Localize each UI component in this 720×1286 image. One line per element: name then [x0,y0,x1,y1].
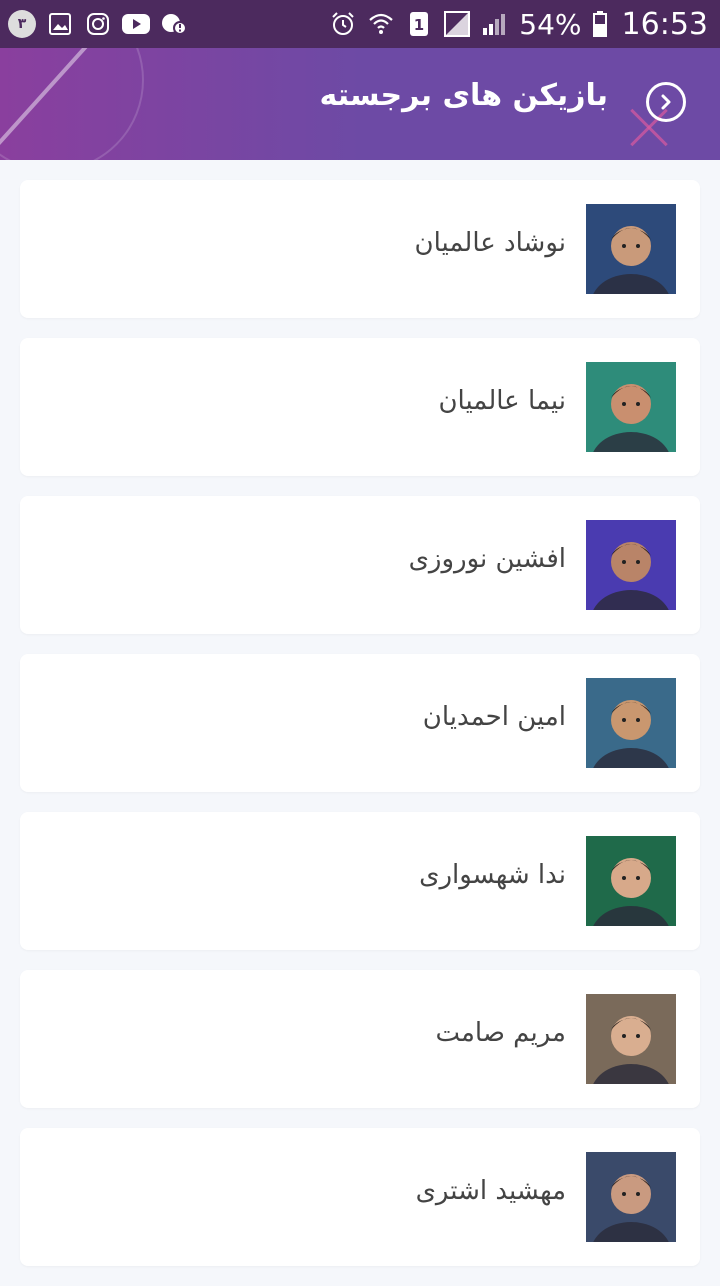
player-photo [586,836,676,926]
player-photo [586,994,676,1084]
player-card[interactable]: افشین نوروزی [20,496,700,634]
player-list: نوشاد عالمیان نیما عالمیان افشین نوروزی امی… [20,180,700,1286]
player-photo [586,1152,676,1242]
player-name: امین احمدیان [422,702,566,732]
player-card[interactable]: مریم صامت [20,970,700,1108]
clock: 16:53 [621,6,708,42]
image-icon [46,10,74,38]
player-card[interactable]: نوشاد عالمیان [20,180,700,318]
battery-percent: 54% [519,7,582,41]
player-name: ندا شهسواری [419,860,566,890]
player-photo [586,362,676,452]
player-card[interactable]: مهشید اشتری [20,1128,700,1266]
player-name: مهشید اشتری [415,1176,566,1206]
player-card[interactable]: امین احمدیان [20,654,700,792]
player-name: نوشاد عالمیان [414,228,566,258]
status-bar-left: ۳ [8,10,188,38]
player-photo [586,204,676,294]
player-name: نیما عالمیان [438,386,566,416]
status-bar: ۳ 1 54% 16:53 [0,0,720,48]
battery-icon [592,10,608,38]
player-card[interactable]: نیما عالمیان [20,338,700,476]
sim1-icon: 1 [405,10,433,38]
chevron-right-icon [661,94,671,110]
messenger-alert-icon [160,10,188,38]
player-name: مریم صامت [435,1018,566,1048]
player-card[interactable]: ندا شهسواری [20,812,700,950]
signal-icon [481,10,509,38]
back-button[interactable] [646,82,686,122]
no-signal-icon [443,10,471,38]
alarm-icon [329,10,357,38]
player-photo [586,678,676,768]
player-photo [586,520,676,610]
svg-text:1: 1 [414,16,424,34]
player-name: افشین نوروزی [408,544,566,574]
notification-badge: ۳ [8,10,36,38]
app-header: بازیکن های برجسته [0,48,720,160]
wifi-icon [367,10,395,38]
instagram-icon [84,10,112,38]
page-title: بازیکن های برجسته [319,78,608,113]
status-bar-right: 1 54% 16:53 [329,7,708,42]
youtube-icon [122,10,150,38]
